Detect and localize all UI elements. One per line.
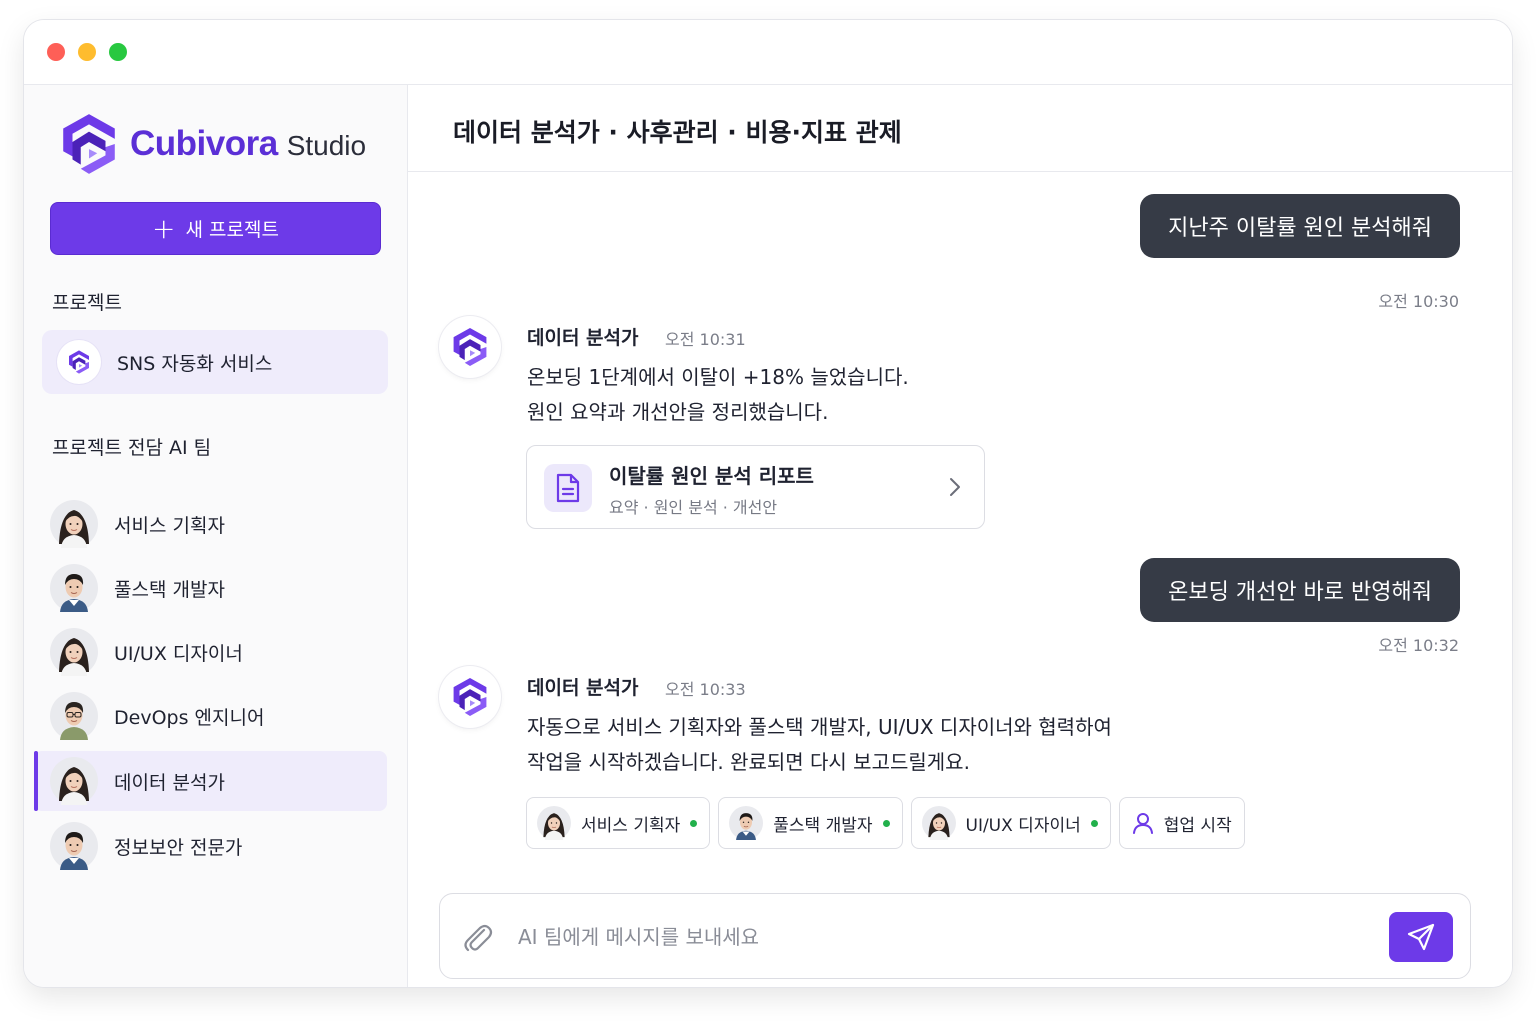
team-member-security[interactable]: 정보보안 전문가 [50, 816, 388, 876]
brand-logo[interactable]: Cubivora Studio [58, 111, 366, 177]
message-text: 온보딩 개선안 바로 반영해줘 [1168, 580, 1432, 605]
project-label: SNS 자동화 서비스 [117, 352, 273, 375]
team-member-devops[interactable]: DevOps 엔지니어 [50, 686, 388, 746]
send-icon [1407, 923, 1435, 951]
team-member-service-planner[interactable]: 서비스 기획자 [50, 494, 388, 554]
chip-uiux[interactable]: UI/UX 디자이너 [910, 797, 1111, 849]
chip-fullstack[interactable]: 풀스택 개발자 [718, 797, 903, 849]
online-status-dot [690, 819, 698, 827]
title-bar [24, 20, 1512, 85]
team-member-label: UI/UX 디자이너 [114, 642, 243, 665]
chip-label: UI/UX 디자이너 [965, 815, 1081, 836]
cube-logo-icon [58, 111, 120, 177]
cube-logo-icon [450, 326, 490, 368]
new-project-label: 새 프로젝트 [185, 219, 279, 241]
team-member-fullstack[interactable]: 풀스택 개발자 [50, 558, 388, 618]
brand-name: Cubivora [130, 124, 278, 163]
bot-avatar [439, 316, 501, 378]
team-member-label: 데이터 분석가 [114, 771, 225, 794]
team-member-label: 풀스택 개발자 [114, 578, 225, 601]
paperclip-icon[interactable] [460, 920, 494, 954]
team-member-uiux[interactable]: UI/UX 디자이너 [50, 622, 388, 682]
chat-panel: 데이터 분석가 · 사후관리 · 비용·지표 관제 지난주 이탈률 원인 분석해… [408, 85, 1512, 987]
message-composer [439, 893, 1471, 979]
minimize-window-button[interactable] [78, 43, 96, 61]
message-line: 작업을 시작하겠습니다. 완료되면 다시 보고드릴게요. [527, 750, 970, 774]
new-project-button[interactable]: + 새 프로젝트 [50, 202, 381, 255]
projects-heading: 프로젝트 [52, 292, 122, 314]
sidebar: Cubivora Studio + 새 프로젝트 프로젝트 SNS 자동화 서비… [24, 85, 408, 987]
plus-icon: + [152, 211, 176, 245]
avatar [50, 564, 98, 612]
avatar [50, 822, 98, 870]
message-timestamp: 오전 10:33 [665, 680, 746, 699]
collaborator-chips: 서비스 기획자 풀스택 개발자 UI/UX 디자이너 협업 시작 [526, 797, 1245, 849]
team-member-label: 서비스 기획자 [114, 514, 225, 537]
user-icon [1132, 813, 1153, 834]
close-window-button[interactable] [47, 43, 65, 61]
team-member-label: DevOps 엔지니어 [114, 706, 265, 729]
message-line: 원인 요약과 개선안을 정리했습니다. [527, 400, 829, 424]
message-line: 자동으로 서비스 기획자와 풀스택 개발자, UI/UX 디자이너와 협력하여 [527, 715, 1112, 739]
message-line: 온보딩 1단계에서 이탈이 +18% 늘었습니다. [527, 365, 909, 389]
chip-label: 풀스택 개발자 [773, 815, 873, 836]
bot-message-text: 온보딩 1단계에서 이탈이 +18% 늘었습니다. 원인 요약과 개선안을 정리… [527, 360, 909, 430]
avatar [50, 692, 98, 740]
brand-suffix: Studio [286, 130, 367, 161]
user-message-bubble: 지난주 이탈률 원인 분석해줘 [1140, 194, 1460, 258]
message-timestamp: 오전 10:30 [1378, 292, 1459, 311]
chevron-right-icon [950, 478, 960, 496]
avatar [537, 806, 571, 840]
avatar [922, 806, 956, 840]
online-status-dot [882, 819, 890, 827]
message-input[interactable] [518, 916, 1378, 958]
cube-logo-icon [450, 676, 490, 718]
team-member-label: 정보보안 전문가 [114, 836, 243, 859]
team-member-data-analyst[interactable]: 데이터 분석가 [34, 751, 387, 811]
document-icon [544, 464, 592, 512]
report-attachment-card[interactable]: 이탈률 원인 분석 리포트 요약 · 원인 분석 · 개선안 [526, 445, 985, 529]
send-button[interactable] [1389, 912, 1453, 962]
bot-message-text: 자동으로 서비스 기획자와 풀스택 개발자, UI/UX 디자이너와 협력하여 … [527, 710, 1112, 780]
sender-name: 데이터 분석가 [527, 327, 639, 349]
avatar [50, 757, 98, 805]
page-title: 데이터 분석가 · 사후관리 · 비용·지표 관제 [453, 118, 902, 147]
online-status-dot [1090, 819, 1098, 827]
team-heading: 프로젝트 전담 AI 팀 [52, 437, 212, 459]
report-title: 이탈률 원인 분석 리포트 [609, 464, 814, 488]
start-collaboration-button[interactable]: 협업 시작 [1118, 797, 1245, 849]
chip-service-planner[interactable]: 서비스 기획자 [526, 797, 711, 849]
sender-name: 데이터 분석가 [527, 677, 639, 699]
avatar [50, 500, 98, 548]
user-message-bubble: 온보딩 개선안 바로 반영해줘 [1140, 558, 1460, 622]
report-subtitle: 요약 · 원인 분석 · 개선안 [609, 498, 778, 517]
cube-logo-icon [57, 340, 101, 384]
avatar [50, 628, 98, 676]
message-timestamp: 오전 10:31 [665, 330, 746, 349]
app-window: Cubivora Studio + 새 프로젝트 프로젝트 SNS 자동화 서비… [24, 20, 1512, 987]
avatar [729, 806, 763, 840]
maximize-window-button[interactable] [109, 43, 127, 61]
sidebar-project-sns[interactable]: SNS 자동화 서비스 [42, 330, 388, 394]
message-text: 지난주 이탈률 원인 분석해줘 [1168, 216, 1432, 241]
chip-label: 협업 시작 [1163, 815, 1232, 836]
chat-header: 데이터 분석가 · 사후관리 · 비용·지표 관제 [408, 85, 1512, 172]
message-timestamp: 오전 10:32 [1378, 636, 1459, 655]
chip-label: 서비스 기획자 [581, 815, 681, 836]
bot-avatar [439, 666, 501, 728]
